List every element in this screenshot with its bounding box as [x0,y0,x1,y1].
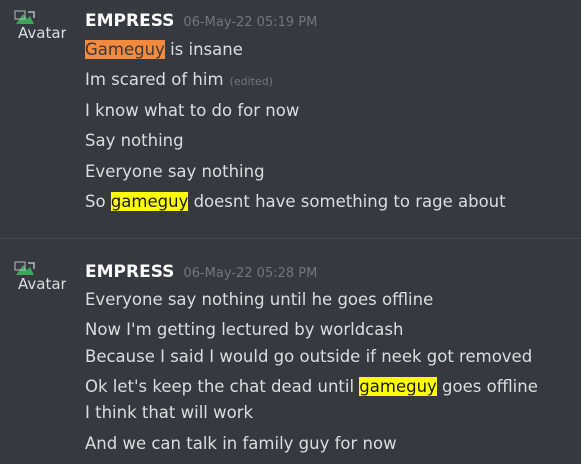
edited-label: (edited) [229,75,273,88]
avatar-alt-text: Avatar [18,275,66,293]
message-text: Say nothing [85,131,184,150]
message-text: Everyone say nothing until he goes offli… [85,290,434,309]
message-header: EMPRESS 06-May-22 05:19 PM [85,11,317,31]
message-line: I know what to do for now [85,101,299,120]
message-text: Now I'm getting lectured by worldcash [85,320,404,339]
message-text: Because I said I would go outside if nee… [85,347,533,366]
mention-highlight: gameguy [110,192,189,211]
message-text: goes offline [436,377,538,396]
timestamp: 06-May-22 05:28 PM [183,266,318,281]
message-text: I think that will work [85,403,254,422]
message-line: Now I'm getting lectured by worldcash [85,320,403,339]
message-line: Everyone say nothing [85,162,265,181]
message-text: So [85,192,111,211]
message-text: Im scared of him [85,70,224,89]
username[interactable]: EMPRESS [85,262,174,282]
message-line: So gameguy doesnt have something to rage… [85,192,506,211]
message-line: Ok let's keep the chat dead until gamegu… [85,377,538,396]
message-line: And we can talk in family guy for now [85,434,397,453]
message-text: doesnt have something to rage about [188,192,506,211]
mention-highlight: gameguy [359,377,437,396]
message-line: Im scared of him (edited) [85,70,273,89]
message-text: Ok let's keep the chat dead until [85,377,360,396]
message-divider [0,238,581,239]
message-line: Gameguy is insane [85,40,243,59]
message-text: I know what to do for now [85,101,300,120]
message-line: Because I said I would go outside if nee… [85,347,532,366]
message-text: is insane [164,40,243,59]
message-line: I think that will work [85,403,253,422]
avatar[interactable]: Avatar [14,261,66,301]
message-text: Everyone say nothing [85,162,265,181]
message-line: Everyone say nothing until he goes offli… [85,290,433,309]
username[interactable]: EMPRESS [85,11,174,31]
message-header: EMPRESS 06-May-22 05:28 PM [85,262,317,282]
mention-highlight: Gameguy [85,40,165,59]
avatar[interactable]: Avatar [14,10,66,50]
message-line: Say nothing [85,131,184,150]
timestamp: 06-May-22 05:19 PM [183,15,318,30]
message-text: And we can talk in family guy for now [85,434,397,453]
avatar-alt-text: Avatar [18,24,66,42]
